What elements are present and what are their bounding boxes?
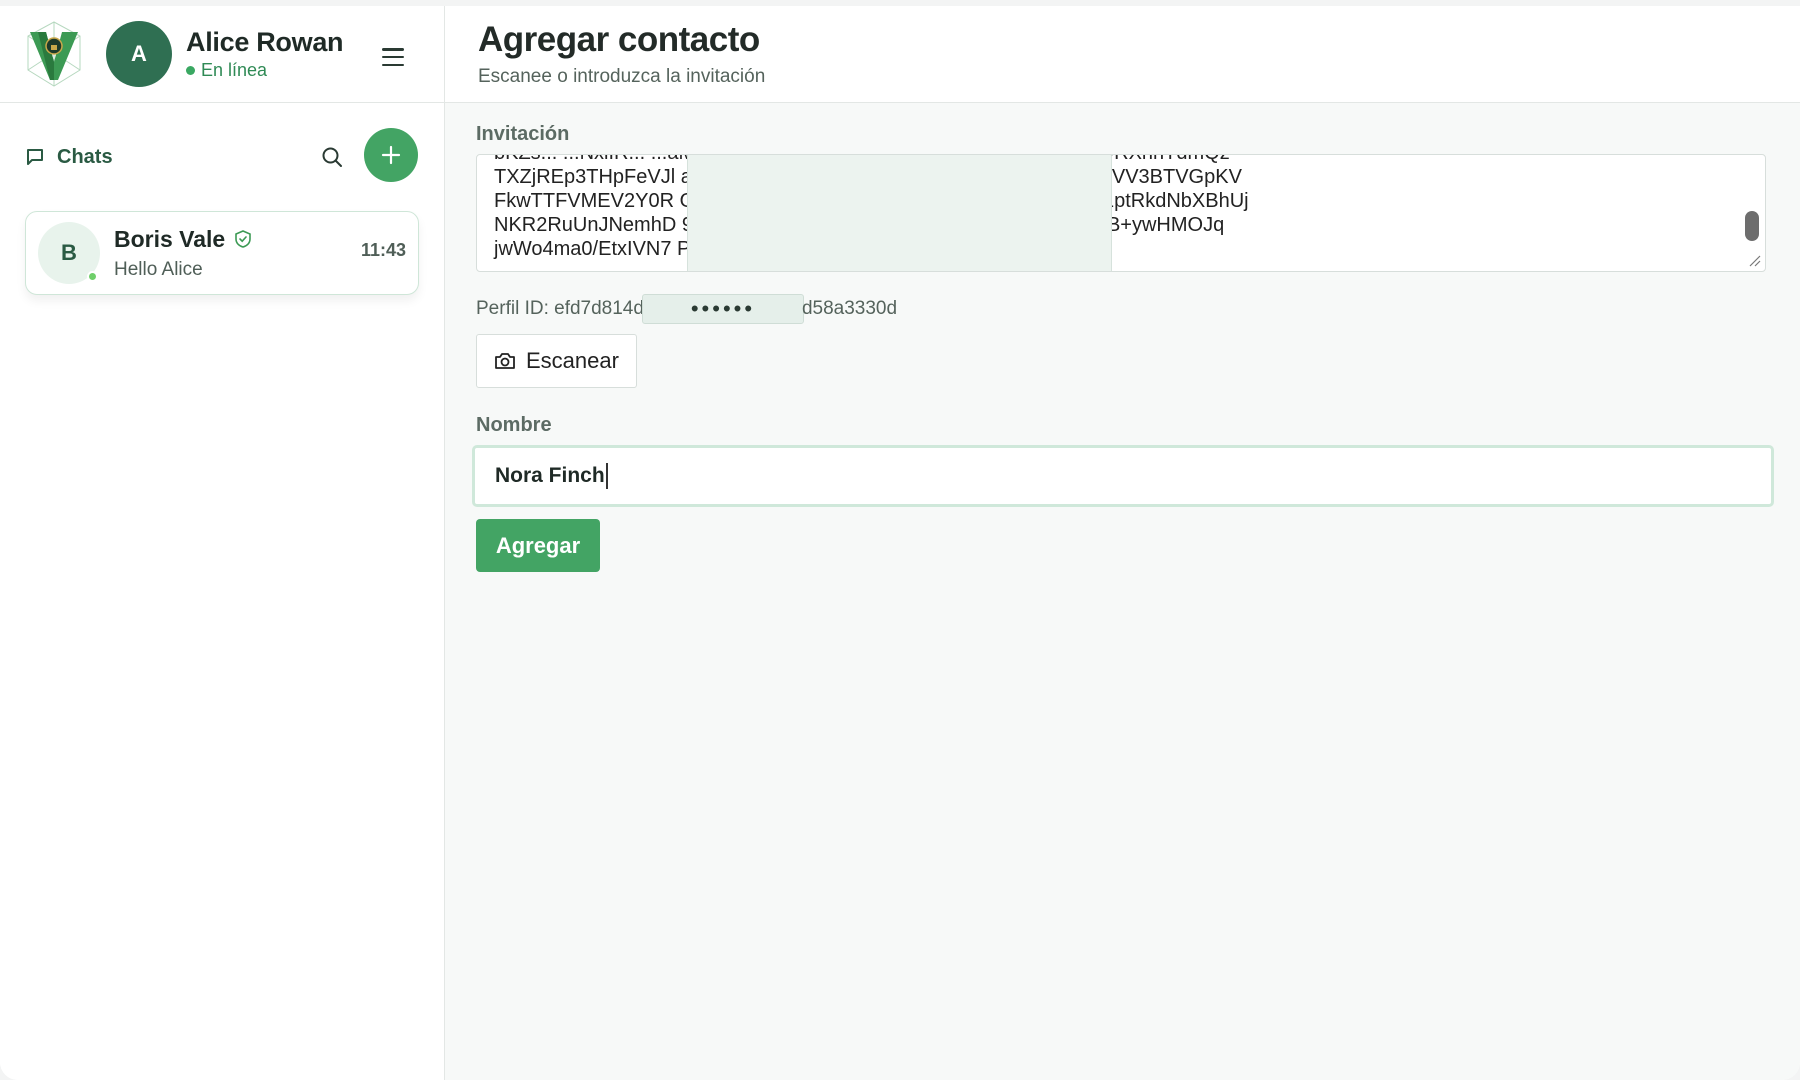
main-header: Agregar contacto Escanee o introduzca la… [445,6,1800,103]
sidebar: A Alice Rowan En línea Chats B Boris Val… [0,6,445,1080]
page-title: Agregar contacto [478,20,760,59]
contact-avatar: B [38,222,100,284]
invitation-label: Invitación [476,123,570,145]
profile-id-prefix: Perfil ID: efd7d814d [476,298,644,319]
profile-id-suffix: d58a3330d [801,298,898,319]
user-name: Alice Rowan [186,27,344,57]
online-indicator-icon [87,271,98,282]
textarea-scrollbar[interactable] [1745,161,1759,256]
name-label: Nombre [476,414,552,436]
chat-time: 11:43 [360,240,406,260]
online-dot-icon [186,66,195,75]
main-panel: Agregar contacto Escanee o introduzca la… [445,6,1800,1080]
chat-preview: Hello Alice [114,258,203,280]
hamburger-menu-icon[interactable] [382,48,404,66]
chats-toolbar: Chats [0,103,444,211]
contact-avatar-initial: B [61,240,77,265]
page-subtitle: Escanee o introduzca la invitación [478,66,766,87]
add-contact-form: Invitación bKZs... ...NxlIR... ...aMgFVW… [445,103,1800,592]
chat-list-item[interactable]: B Boris Vale Hello Alice 11:43 [25,211,419,295]
name-input[interactable]: Nora Finch [472,445,1774,507]
chats-heading: Chats [25,146,113,169]
scan-button-label: Escanear [526,348,619,373]
chat-bubble-icon [27,149,43,165]
profile-id-mask: •••••• [641,294,804,324]
text-cursor [605,463,608,489]
profile-id: Perfil ID: efd7d814d •••••• d58a3330d [476,294,1774,324]
resize-grip-icon[interactable] [1747,253,1761,267]
name-input-value: Nora Finch [495,464,605,487]
camera-icon [495,353,515,369]
invitation-textarea[interactable]: bKZs... ...NxlIR... ...aMgFVW9rVEZ1VEVFd… [476,154,1766,272]
user-avatar[interactable]: A [106,21,172,87]
chat-item-text: Boris Vale Hello Alice [114,225,252,281]
verified-shield-icon [235,230,252,248]
sidebar-header: A Alice Rowan En línea [0,6,444,103]
user-info: Alice Rowan En línea [186,27,344,81]
search-icon[interactable] [320,145,344,169]
new-chat-button[interactable] [364,128,418,182]
plus-icon [381,145,401,165]
redaction-overlay [687,155,1112,271]
chats-title: Chats [57,145,113,168]
scrollbar-thumb[interactable] [1745,211,1759,241]
scan-button[interactable]: Escanear [476,334,637,388]
chat-contact-name: Boris Vale [114,225,252,253]
user-status-text: En línea [201,60,268,80]
app-window: A Alice Rowan En línea Chats B Boris Val… [0,6,1800,1080]
app-logo [27,21,81,87]
user-status: En línea [186,60,343,81]
add-contact-button[interactable]: Agregar [476,519,600,572]
chat-contact-name-text: Boris Vale [114,225,226,252]
